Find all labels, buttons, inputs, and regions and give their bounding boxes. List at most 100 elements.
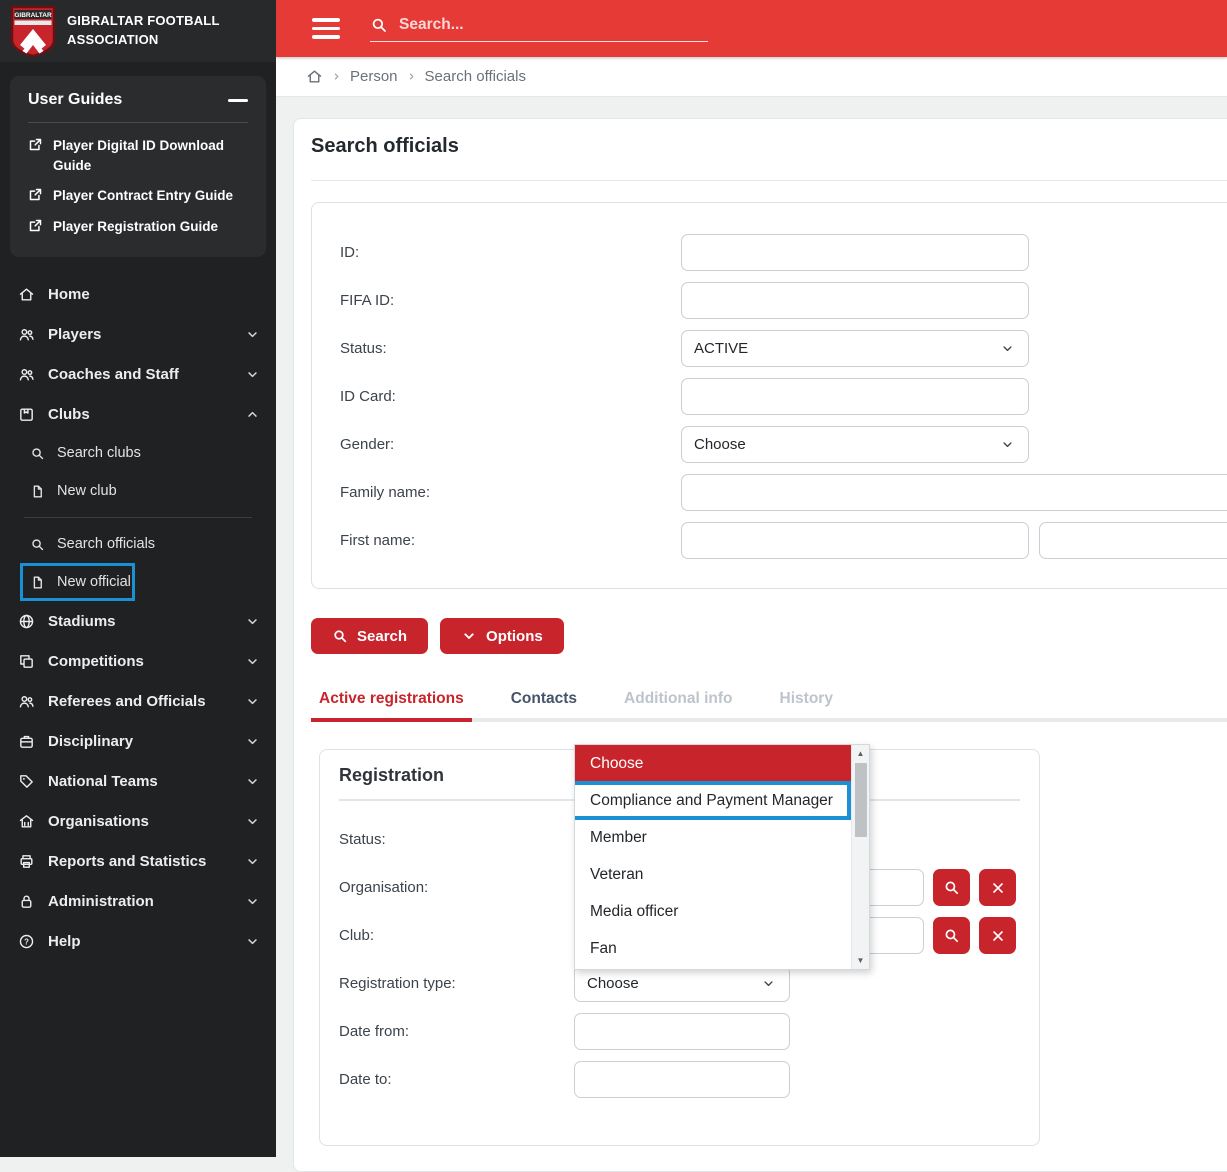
- file-icon: [30, 575, 45, 590]
- lock-icon: [18, 893, 35, 910]
- players-icon: [18, 326, 35, 343]
- hamburger-menu-icon[interactable]: [312, 18, 340, 39]
- tab-bar: Active registrations Contacts Additional…: [311, 684, 1227, 722]
- sidebar-item-administration[interactable]: Administration: [0, 881, 276, 921]
- role-dropdown-popup: Choose Compliance and Payment Manager Me…: [574, 744, 870, 970]
- collapse-icon[interactable]: [228, 99, 248, 102]
- main-card: Search officials ID: FIFA ID: Status: AC…: [293, 118, 1227, 1172]
- tab-contacts[interactable]: Contacts: [503, 684, 585, 722]
- first-name-secondary-input[interactable]: [1039, 522, 1227, 559]
- chevron-down-icon: [1000, 341, 1015, 356]
- home-icon[interactable]: [306, 68, 323, 85]
- sidebar-item-home[interactable]: Home: [0, 274, 276, 314]
- dropdown-option-fan[interactable]: Fan: [575, 930, 851, 967]
- briefcase-icon: [18, 733, 35, 750]
- guide-link-contract-entry[interactable]: Player Contract Entry Guide: [28, 186, 248, 206]
- dropdown-option-compliance-and-payment-manager[interactable]: Compliance and Payment Manager: [575, 782, 851, 819]
- search-icon: [30, 446, 45, 461]
- sidebar-item-reports-and-statistics[interactable]: Reports and Statistics: [0, 841, 276, 881]
- search-icon: [30, 537, 45, 552]
- sidebar: GIBRALTAR GIBRALTAR FOOTBALL ASSOCIATION…: [0, 0, 276, 1157]
- family-name-input[interactable]: [681, 474, 1227, 511]
- date-from-input[interactable]: [574, 1013, 790, 1050]
- organisation-search-button[interactable]: [933, 869, 970, 906]
- breadcrumb-search-officials: Search officials: [425, 68, 526, 85]
- club-clear-button[interactable]: [979, 917, 1016, 954]
- gender-label: Gender:: [340, 436, 681, 453]
- options-button[interactable]: Options: [440, 618, 564, 654]
- club-search-button[interactable]: [933, 917, 970, 954]
- sidebar-item-competitions[interactable]: Competitions: [0, 641, 276, 681]
- date-to-label: Date to:: [339, 1071, 574, 1088]
- search-button[interactable]: Search: [311, 618, 428, 654]
- divider: [311, 180, 1227, 181]
- svg-text:GIBRALTAR: GIBRALTAR: [14, 12, 52, 19]
- chevron-down-icon: [245, 734, 260, 749]
- org-name: GIBRALTAR FOOTBALL ASSOCIATION: [67, 12, 220, 50]
- date-to-input[interactable]: [574, 1061, 790, 1098]
- file-icon: [30, 484, 45, 499]
- sidebar-item-search-clubs[interactable]: Search clubs: [0, 434, 276, 472]
- sidebar-item-search-officials[interactable]: Search officials: [0, 525, 276, 563]
- gender-select[interactable]: Choose: [681, 426, 1029, 463]
- chevron-down-icon: [1000, 437, 1015, 452]
- chevron-down-icon: [245, 854, 260, 869]
- sidebar-item-clubs[interactable]: Clubs: [0, 394, 276, 434]
- global-search-input[interactable]: Search...: [370, 16, 708, 42]
- registration-type-value: Choose: [587, 975, 639, 992]
- dropdown-option-media-officer[interactable]: Media officer: [575, 893, 851, 930]
- gender-select-value: Choose: [694, 436, 746, 453]
- printer-icon: [18, 853, 35, 870]
- scroll-up-icon[interactable]: ▲: [852, 749, 869, 758]
- dropdown-option-choose[interactable]: Choose: [575, 745, 851, 782]
- family-name-label: Family name:: [340, 484, 681, 501]
- guide-link-digital-id[interactable]: Player Digital ID Download Guide: [28, 136, 248, 175]
- sidebar-item-new-club[interactable]: New club: [0, 472, 276, 510]
- scrollbar-thumb[interactable]: [855, 763, 867, 837]
- dropdown-scrollbar[interactable]: ▲ ▼: [851, 745, 869, 969]
- tab-additional-info[interactable]: Additional info: [616, 684, 740, 722]
- sidebar-item-players[interactable]: Players: [0, 314, 276, 354]
- sidebar-item-organisations[interactable]: Organisations: [0, 801, 276, 841]
- chevron-down-icon: [245, 894, 260, 909]
- sidebar-item-new-official[interactable]: New official: [0, 563, 276, 601]
- chevron-down-icon: [461, 628, 477, 644]
- registration-type-select[interactable]: Choose: [574, 965, 790, 1002]
- search-placeholder: Search...: [399, 16, 464, 34]
- search-icon: [943, 927, 960, 944]
- external-link-icon: [28, 218, 43, 233]
- sidebar-item-national-teams[interactable]: National Teams: [0, 761, 276, 801]
- guide-link-registration[interactable]: Player Registration Guide: [28, 217, 248, 237]
- chevron-down-icon: [245, 327, 260, 342]
- dropdown-option-veteran[interactable]: Veteran: [575, 856, 851, 893]
- fifa-id-input[interactable]: [681, 282, 1029, 319]
- date-from-label: Date from:: [339, 1023, 574, 1040]
- user-guides-panel: User Guides Player Digital ID Download G…: [10, 76, 266, 257]
- fifa-id-label: FIFA ID:: [340, 292, 681, 309]
- first-name-input[interactable]: [681, 522, 1029, 559]
- top-bar: Search...: [276, 0, 1227, 57]
- chevron-right-icon: [332, 71, 341, 82]
- id-card-input[interactable]: [681, 378, 1029, 415]
- sidebar-item-disciplinary[interactable]: Disciplinary: [0, 721, 276, 761]
- status-select-value: ACTIVE: [694, 340, 748, 357]
- divider: [28, 122, 248, 123]
- breadcrumb-person[interactable]: Person: [350, 68, 398, 85]
- scroll-down-icon[interactable]: ▼: [852, 956, 869, 965]
- tab-active-registrations[interactable]: Active registrations: [311, 684, 472, 722]
- id-input[interactable]: [681, 234, 1029, 271]
- status-label: Status:: [340, 340, 681, 357]
- chevron-down-icon: [245, 934, 260, 949]
- organisation-clear-button[interactable]: [979, 869, 1016, 906]
- dropdown-option-member[interactable]: Member: [575, 819, 851, 856]
- tab-history[interactable]: History: [772, 684, 841, 722]
- status-select[interactable]: ACTIVE: [681, 330, 1029, 367]
- chevron-down-icon: [245, 814, 260, 829]
- sidebar-item-coaches-and-staff[interactable]: Coaches and Staff: [0, 354, 276, 394]
- chevron-down-icon: [245, 614, 260, 629]
- sidebar-item-stadiums[interactable]: Stadiums: [0, 601, 276, 641]
- external-link-icon: [28, 187, 43, 202]
- sidebar-item-referees-and-officials[interactable]: Referees and Officials: [0, 681, 276, 721]
- sidebar-item-help[interactable]: ? Help: [0, 921, 276, 961]
- registration-panel: Registration Status: Organisation:: [319, 749, 1040, 1146]
